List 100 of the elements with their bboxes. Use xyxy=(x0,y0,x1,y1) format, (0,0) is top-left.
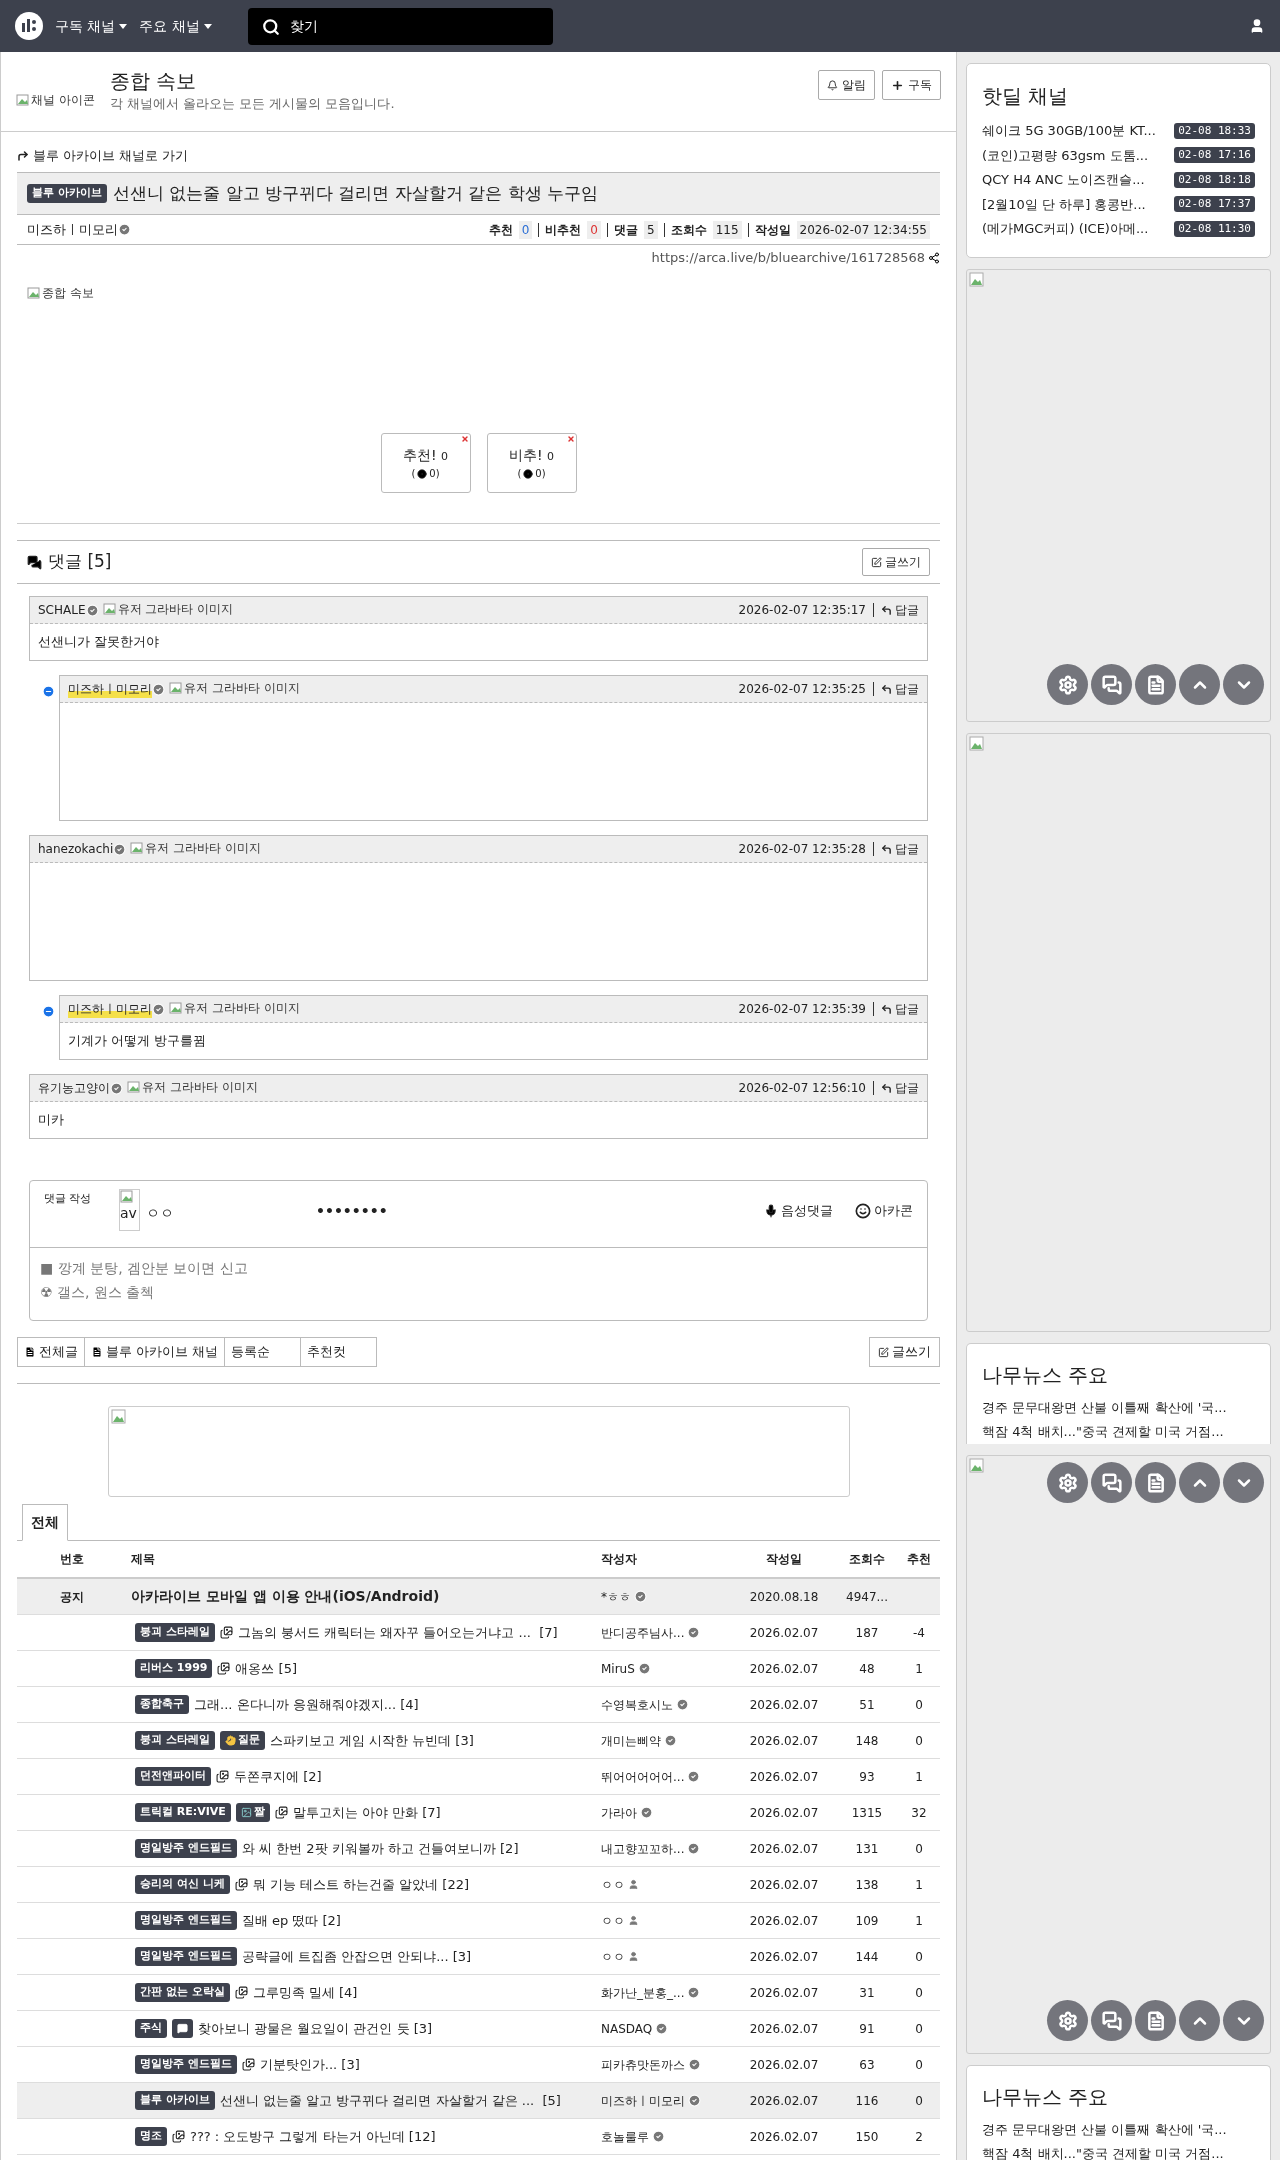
close-icon xyxy=(566,435,575,443)
channel-link[interactable]: 블루 아카이브 채널로 가기 xyxy=(17,132,940,172)
nav-dropdown[interactable]: 주요 채널 xyxy=(139,15,212,37)
reply-arrow-icon xyxy=(881,843,892,855)
date-cell-text: 2026.02.07 xyxy=(749,2128,819,2146)
verified-icon xyxy=(85,603,99,617)
reply-button[interactable]: 답글 xyxy=(881,601,919,619)
author-name: ㅇㅇ xyxy=(601,1912,625,1930)
post-title: 그래... 온다니까 응원해줘야겠지... [4] xyxy=(194,1695,419,1714)
coin-icon xyxy=(417,468,428,479)
upvote-button[interactable]: 추천! 0 ( 0) xyxy=(380,433,471,493)
microphone-icon xyxy=(764,1203,778,1218)
comment-author[interactable]: hanezokachi xyxy=(38,840,114,858)
author-name: *ㅎㅎ xyxy=(601,1588,631,1606)
verified-icon xyxy=(687,1626,701,1639)
verified-icon xyxy=(637,1662,651,1675)
reply-indicator-icon xyxy=(42,1005,55,1018)
post-row[interactable]: 블루 아카이브 선샌니 없는줄 알고 방구뀌다 걸리면 자살할거 같은 ... [5] 미즈하ㅣ미모리 2026.02.07 116 0 xyxy=(17,2083,940,2119)
reply-arrow-icon xyxy=(881,683,892,695)
stat-label: 댓글 xyxy=(614,221,638,239)
nav-dropdown[interactable]: 구독 채널 xyxy=(55,15,128,37)
deal-link[interactable]: QCY H4 ANC 노이즈캔슬... xyxy=(982,170,1145,190)
deal-link[interactable]: 쉐이크 5G 30GB/100분 KT... xyxy=(982,121,1156,141)
news-link[interactable]: 경주 문무대왕면 산불 이틀째 확산에 '국... xyxy=(982,2117,1255,2142)
date-cell-text: 2026.02.07 xyxy=(749,1732,819,1750)
broken-image-icon xyxy=(969,1457,985,1474)
broken-image-icon xyxy=(102,601,117,616)
board-tab[interactable]: 전체글 xyxy=(17,1337,85,1367)
category-badge: 트릭컬 RE:VIVE xyxy=(135,1803,231,1822)
verified-icon xyxy=(664,1734,677,1747)
search-field[interactable]: 찾기 xyxy=(247,7,553,45)
comment-author[interactable]: 유기농고양이 xyxy=(38,1079,110,1097)
verified-icon xyxy=(118,223,131,236)
time-badge: 02-08 18:18 xyxy=(1174,171,1255,188)
category-badge: 붕괴 스타레일 xyxy=(135,1623,215,1642)
category-badge: 명일방주 엔드필드 xyxy=(135,1947,237,1966)
category-badge: 붕괴 스타레일 xyxy=(135,1731,215,1750)
voice-comment-button[interactable]: 음성댓글 xyxy=(764,1201,833,1221)
views-cell-text: 31 xyxy=(859,1984,875,2002)
category-badge: 블루 아카이브 xyxy=(27,184,107,203)
votes-cell-text: 1 xyxy=(915,1768,923,1786)
post-title: ??? : 오도방구 그렇게 타는거 아닌데 [12] xyxy=(190,2127,436,2146)
broken-image-icon xyxy=(110,1409,127,1425)
deal-link[interactable]: (코인)고평량 63gsm 도톰... xyxy=(982,145,1149,165)
time-badge: 02-08 17:16 xyxy=(1174,147,1255,164)
board-tab[interactable]: 등록순 xyxy=(224,1337,302,1367)
broken-image-icon xyxy=(127,1079,141,1094)
password-field[interactable]: •••••••• xyxy=(316,1201,516,1222)
news-link[interactable]: 핵잠 4척 배치..."중국 견제할 미국 거점... xyxy=(982,1419,1255,1444)
reply-indicator-icon xyxy=(42,685,55,698)
deal-link[interactable]: [2월10일 단 하루] 홍콩반... xyxy=(982,194,1146,214)
broken-image-icon xyxy=(120,1190,134,1204)
reply-button[interactable]: 답글 xyxy=(881,1000,919,1018)
column-header: 추천 xyxy=(907,1551,931,1568)
avatar-image: 유저 그라바타 이미지 xyxy=(184,999,300,1017)
news-link[interactable]: 경주 문무대왕면 산불 이틀째 확산에 '국... xyxy=(982,1395,1255,1420)
nickname-field[interactable]: ㅇㅇ xyxy=(146,1203,316,1224)
user-icon[interactable] xyxy=(1249,18,1265,34)
avatar-image: 유저 그라바타 이미지 xyxy=(184,679,300,697)
deal-link[interactable]: (메가MGC커피) (ICE)아메... xyxy=(982,219,1149,239)
alert-button[interactable]: 알림 xyxy=(818,70,875,100)
reply-button[interactable]: 답글 xyxy=(881,840,919,858)
reply-button[interactable]: 답글 xyxy=(881,680,919,698)
votes-cell-text: 0 xyxy=(915,2092,923,2110)
broken-image-icon xyxy=(130,840,145,855)
comments-title: 댓글 [5] xyxy=(48,550,112,574)
document-icon xyxy=(1145,1472,1166,1493)
share-icon[interactable] xyxy=(928,252,940,264)
author-name: ㅇㅇ xyxy=(601,1876,625,1894)
reply-button[interactable]: 답글 xyxy=(881,1079,919,1097)
notice-label: 공지 xyxy=(60,1588,84,1606)
post-title: 기분탓인가... [3] xyxy=(259,2055,360,2074)
notice-title[interactable]: 아카라이브 모바일 앱 이용 안내(iOS/Android) xyxy=(127,1586,601,1607)
comment-form[interactable]: 댓글 작성 av ㅇㅇ •••••••• 음성댓글 아카콘 ■ 깡계 분탕, 겜안분 보이면 신고 ☢ 갤스, 원스 출첵 xyxy=(29,1180,928,1321)
list-tab[interactable]: 전체 xyxy=(22,1504,68,1541)
author-name: 반디공주님사... xyxy=(601,1624,685,1642)
time-badge: 02-08 11:30 xyxy=(1174,220,1255,237)
board-tab[interactable]: 블루 아카이브 채널 xyxy=(84,1337,226,1367)
comment-author[interactable]: SCHALE xyxy=(38,601,86,619)
author-name[interactable]: 미즈하ㅣ미모리 xyxy=(27,219,118,240)
news-link[interactable]: 핵잠 4척 배치..."중국 견제할 미국 거점... xyxy=(982,2141,1255,2160)
comment-input[interactable]: ■ 깡계 분탕, 겜안분 보이면 신고 ☢ 갤스, 원스 출첵 xyxy=(30,1248,927,1320)
logo-icon[interactable] xyxy=(15,12,43,40)
images-icon xyxy=(241,2058,255,2071)
downvote-button[interactable]: 비추! 0 ( 0) xyxy=(486,433,577,493)
write-button[interactable]: 글쓰기 xyxy=(862,548,930,576)
post-url[interactable]: https://arca.live/b/bluearchive/161728568 xyxy=(651,248,925,268)
author-name: 뛰어어어어어... xyxy=(601,1768,685,1786)
avatar-alt-text: av xyxy=(120,1204,138,1222)
author-name: 화가난_분홍_... xyxy=(601,1984,685,2002)
views-cell-text: 1315 xyxy=(851,1804,883,1822)
caret-icon xyxy=(119,23,128,29)
arcacon-button[interactable]: 아카콘 xyxy=(855,1201,913,1221)
date-cell-text: 2026.02.07 xyxy=(749,1840,819,1858)
views-cell-text: 116 xyxy=(855,2092,879,2110)
subscribe-button[interactable]: 구독 xyxy=(882,70,941,100)
write-button[interactable]: 글쓰기 xyxy=(869,1337,940,1367)
close-icon xyxy=(460,435,469,443)
views-cell-text: 138 xyxy=(855,1876,879,1894)
board-tab[interactable]: 추천컷 xyxy=(300,1337,378,1367)
